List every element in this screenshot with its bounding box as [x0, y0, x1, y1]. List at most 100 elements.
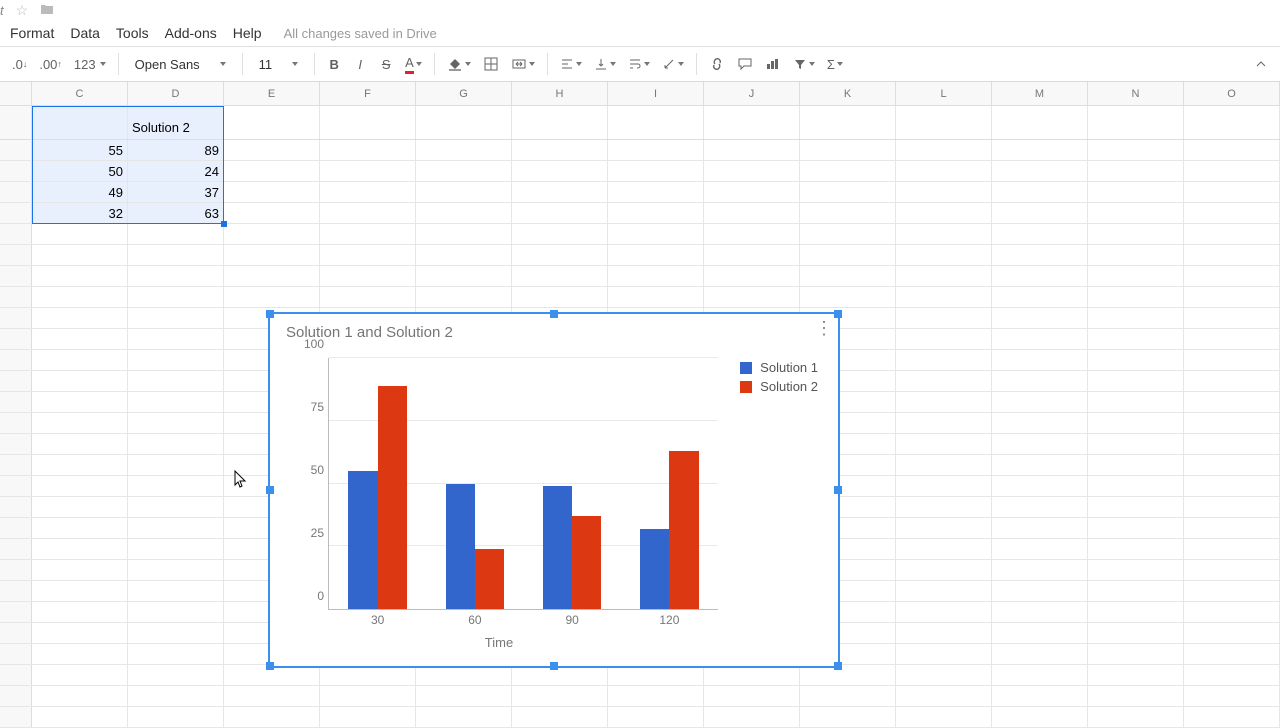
menu-data[interactable]: Data	[70, 25, 100, 41]
cell[interactable]	[1088, 497, 1184, 517]
cell[interactable]	[800, 287, 896, 307]
cell[interactable]	[1184, 350, 1280, 370]
cell[interactable]	[992, 434, 1088, 454]
cell[interactable]	[608, 224, 704, 244]
text-color[interactable]: A	[401, 51, 426, 77]
cell[interactable]	[1184, 707, 1280, 727]
cell[interactable]	[1184, 623, 1280, 643]
cell[interactable]	[32, 539, 128, 559]
cell[interactable]	[128, 287, 224, 307]
cell[interactable]	[416, 287, 512, 307]
fill-color[interactable]	[443, 51, 475, 77]
cell[interactable]	[1184, 106, 1280, 139]
cell[interactable]	[416, 224, 512, 244]
cell[interactable]	[320, 686, 416, 706]
cell[interactable]	[1088, 140, 1184, 160]
cell[interactable]	[512, 106, 608, 139]
cell[interactable]	[1184, 518, 1280, 538]
chart-icon[interactable]	[761, 51, 785, 77]
cell[interactable]	[416, 106, 512, 139]
resize-handle[interactable]	[550, 662, 558, 670]
cell[interactable]	[512, 224, 608, 244]
row-number[interactable]	[0, 665, 32, 685]
cell[interactable]	[512, 182, 608, 202]
row-number[interactable]	[0, 392, 32, 412]
cell[interactable]	[224, 245, 320, 265]
cell[interactable]	[992, 686, 1088, 706]
cell[interactable]	[320, 203, 416, 223]
cell[interactable]	[128, 434, 224, 454]
cell[interactable]	[32, 455, 128, 475]
cell[interactable]	[992, 476, 1088, 496]
cell[interactable]	[992, 707, 1088, 727]
cell[interactable]	[896, 455, 992, 475]
cell[interactable]	[704, 224, 800, 244]
cell[interactable]	[800, 245, 896, 265]
cell[interactable]	[704, 707, 800, 727]
row-number[interactable]	[0, 686, 32, 706]
cell[interactable]	[128, 581, 224, 601]
decimal-increase[interactable]: .00↑	[35, 51, 66, 77]
cell[interactable]	[1088, 539, 1184, 559]
cell[interactable]	[1184, 224, 1280, 244]
cell[interactable]	[992, 182, 1088, 202]
cell[interactable]	[1088, 518, 1184, 538]
link-icon[interactable]	[705, 51, 729, 77]
cell[interactable]	[896, 161, 992, 181]
cell[interactable]	[224, 707, 320, 727]
cell[interactable]	[1184, 686, 1280, 706]
cell[interactable]	[992, 560, 1088, 580]
cell[interactable]: 49	[32, 182, 128, 202]
column-header[interactable]: L	[896, 82, 992, 105]
cell[interactable]	[128, 266, 224, 286]
cell[interactable]	[416, 203, 512, 223]
cell[interactable]	[128, 371, 224, 391]
cell[interactable]	[896, 287, 992, 307]
row-number[interactable]	[0, 287, 32, 307]
cell[interactable]	[896, 106, 992, 139]
cell[interactable]	[32, 413, 128, 433]
cell[interactable]	[1088, 308, 1184, 328]
cell[interactable]	[1184, 329, 1280, 349]
row-number[interactable]	[0, 497, 32, 517]
embedded-chart[interactable]: ⋮ Solution 1 and Solution 2 Solution 1 S…	[268, 312, 840, 668]
cell[interactable]	[992, 644, 1088, 664]
cell[interactable]	[416, 665, 512, 685]
cell[interactable]	[512, 245, 608, 265]
cell[interactable]	[1184, 287, 1280, 307]
cell[interactable]	[896, 434, 992, 454]
cell[interactable]	[896, 686, 992, 706]
cell[interactable]	[1184, 476, 1280, 496]
cell[interactable]	[992, 245, 1088, 265]
cell[interactable]	[416, 245, 512, 265]
cell[interactable]	[992, 161, 1088, 181]
cell[interactable]	[800, 161, 896, 181]
cell[interactable]	[608, 245, 704, 265]
cell[interactable]	[896, 203, 992, 223]
column-header[interactable]: M	[992, 82, 1088, 105]
column-header[interactable]: N	[1088, 82, 1184, 105]
cell[interactable]	[1184, 392, 1280, 412]
cell[interactable]	[896, 266, 992, 286]
cell[interactable]	[1184, 371, 1280, 391]
cell[interactable]	[32, 560, 128, 580]
cell[interactable]	[320, 182, 416, 202]
menu-help[interactable]: Help	[233, 25, 262, 41]
cell[interactable]	[1088, 287, 1184, 307]
cell[interactable]	[1088, 329, 1184, 349]
cell[interactable]	[1184, 497, 1280, 517]
cell[interactable]	[320, 665, 416, 685]
cell[interactable]	[896, 518, 992, 538]
filter-icon[interactable]	[789, 51, 819, 77]
cell[interactable]	[896, 140, 992, 160]
cell[interactable]: 55	[32, 140, 128, 160]
cell[interactable]	[128, 602, 224, 622]
cell[interactable]	[896, 644, 992, 664]
cell[interactable]	[1088, 266, 1184, 286]
cell[interactable]	[32, 707, 128, 727]
cell[interactable]	[1184, 665, 1280, 685]
cell[interactable]	[1184, 182, 1280, 202]
cell[interactable]	[320, 245, 416, 265]
cell[interactable]	[704, 266, 800, 286]
cell[interactable]	[1088, 106, 1184, 139]
